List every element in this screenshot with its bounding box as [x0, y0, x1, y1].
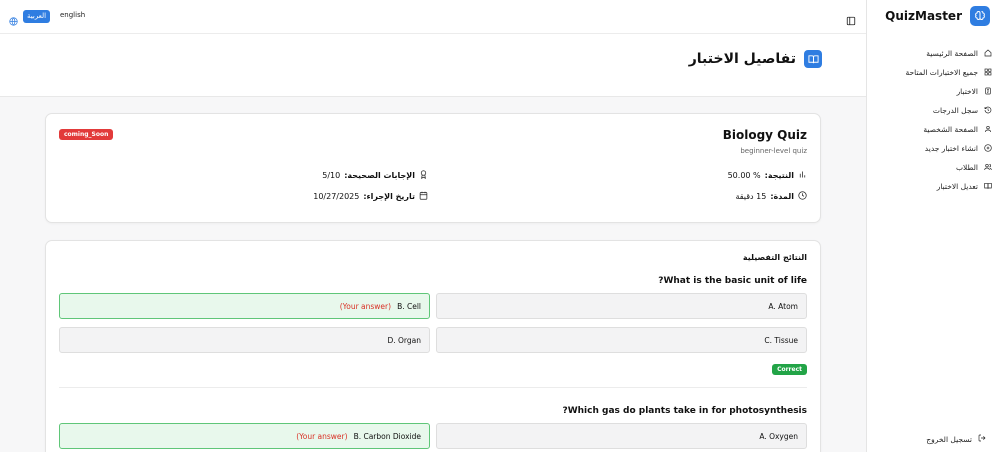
divider: [59, 387, 807, 388]
sidebar-item-edit-quiz[interactable]: تعديل الاختبار: [874, 177, 992, 196]
users-icon: [984, 163, 992, 173]
sidebar: QuizMaster الصفحة الرئيسية جميع الاختبار…: [866, 0, 1000, 452]
date-label: تاريخ الإجراء:: [363, 192, 415, 201]
answer-option-selected[interactable]: (Your answer) B. Carbon Dioxide: [59, 423, 430, 449]
sidebar-item-quiz[interactable]: الاختبار: [874, 82, 992, 101]
quiz-level: beginner-level quiz: [740, 147, 807, 155]
brain-icon: [970, 6, 990, 26]
page-title: تفاصيل الاختبار: [688, 51, 796, 67]
brand-name: QuizMaster: [885, 9, 962, 23]
status-badge: coming_Soon: [59, 129, 114, 140]
duration-stat: المدة: 15 دقيقة: [735, 191, 807, 202]
grid-icon: [984, 68, 992, 78]
score-label: النتيجة:: [764, 171, 794, 180]
language-english-button[interactable]: english: [60, 11, 85, 19]
answer-option[interactable]: A. Oxygen: [436, 423, 807, 449]
logout-button[interactable]: تسجيل الخروج: [926, 434, 986, 444]
correct-answers-value: 5/10: [322, 171, 341, 180]
clock-icon: [798, 191, 807, 202]
calendar-icon: [419, 191, 428, 202]
sidebar-item-create-quiz[interactable]: انشاء اختبار جديد: [874, 139, 992, 158]
plus-circle-icon: [984, 143, 992, 154]
history-icon: [984, 106, 992, 116]
answer-option[interactable]: D. Organ: [59, 327, 430, 353]
score-value: 50.00 %: [727, 171, 761, 180]
question-text: ?Which gas do plants take in for photosy…: [562, 406, 808, 416]
question-text: ?What is the basic unit of life: [658, 276, 807, 286]
quiz-summary-card: Biology Quiz beginner-level quiz coming_…: [45, 113, 821, 223]
page-header: تفاصيل الاختبار: [0, 34, 866, 97]
detailed-results-card: النتائج التفصيلية ?What is the basic uni…: [45, 240, 821, 452]
clipboard-icon: [984, 87, 992, 97]
correct-answers-label: الإجابات الصحيحة:: [344, 171, 415, 180]
duration-label: المدة:: [770, 192, 794, 201]
home-icon: [984, 49, 992, 59]
your-answer-tag: (Your answer): [339, 301, 392, 311]
logout-icon: [978, 434, 986, 444]
sidebar-item-students[interactable]: الطلاب: [874, 158, 992, 177]
book-open-icon: [984, 182, 992, 192]
quiz-title: Biology Quiz: [722, 128, 807, 142]
your-answer-tag: (Your answer): [296, 431, 348, 441]
sidebar-item-profile[interactable]: الصفحة الشخصية: [874, 120, 992, 139]
sidebar-item-grades-history[interactable]: سجل الدرجات: [874, 101, 992, 120]
correct-answers-stat: الإجابات الصحيحة: 5/10: [322, 170, 428, 181]
brand[interactable]: QuizMaster: [885, 6, 990, 26]
sidebar-nav: الصفحة الرئيسية جميع الاختبارات المتاحة …: [874, 44, 992, 196]
score-stat: النتيجة: 50.00 %: [728, 170, 807, 181]
user-icon: [984, 125, 992, 135]
sidebar-item-home[interactable]: الصفحة الرئيسية: [874, 44, 992, 63]
correct-badge: Correct: [772, 364, 807, 375]
main-content: العربية english تفاصيل الاختبار Biology …: [0, 0, 866, 452]
duration-value: 15 دقيقة: [735, 192, 767, 201]
results-title: النتائج التفصيلية: [742, 253, 807, 262]
bar-chart-icon: [798, 170, 807, 181]
sidebar-toggle-icon[interactable]: [846, 11, 856, 30]
date-stat: تاريخ الإجراء: 10/27/2025: [313, 191, 428, 202]
award-icon: [419, 170, 428, 181]
answer-option[interactable]: C. Tissue: [436, 327, 807, 353]
language-arabic-button[interactable]: العربية: [23, 10, 51, 23]
top-bar: العربية english: [0, 0, 866, 34]
sidebar-item-all-quizzes[interactable]: جميع الاختبارات المتاحة: [874, 63, 992, 82]
answer-option-selected[interactable]: (Your answer) B. Cell: [59, 293, 430, 319]
globe-icon: [9, 11, 18, 30]
book-icon: [804, 50, 822, 68]
date-value: 10/27/2025: [313, 192, 360, 201]
answer-option[interactable]: A. Atom: [436, 293, 807, 319]
